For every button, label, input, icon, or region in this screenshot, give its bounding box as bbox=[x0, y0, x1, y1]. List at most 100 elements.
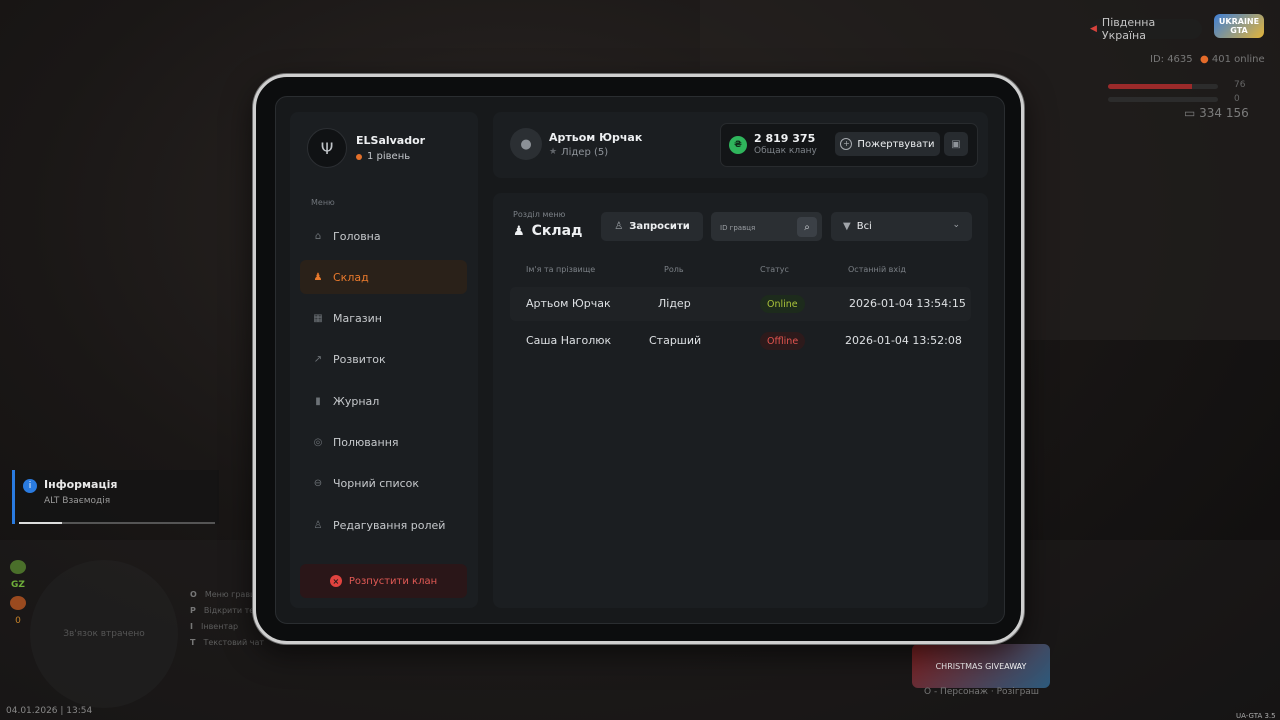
member-name: Артьом Юрчак bbox=[526, 297, 611, 310]
sidebar-item-3[interactable]: ↗ Розвиток bbox=[300, 343, 467, 377]
chart-icon: ↗ bbox=[313, 354, 323, 366]
trident-emblem-icon: Ψ bbox=[307, 128, 347, 168]
sidebar-item-2[interactable]: ▦ Магазин bbox=[300, 302, 467, 336]
org-header: Ψ ELSalvador 1 рівень bbox=[307, 128, 425, 168]
region-marker-icon: ◀ bbox=[1090, 24, 1097, 34]
version-label: UA-GTA 3.5 bbox=[1236, 712, 1276, 720]
profile-role: ★ Лідер (5) bbox=[549, 147, 642, 158]
sidebar-item-label: Склад bbox=[333, 270, 369, 284]
side-count: 0 bbox=[15, 616, 21, 626]
add-user-icon: ♙ bbox=[614, 221, 624, 232]
sidebar-item-6[interactable]: ⊖ Чорний список bbox=[300, 467, 467, 501]
balance-label: Общак клану bbox=[754, 146, 817, 156]
sidebar-item-4[interactable]: ▮ Журнал bbox=[300, 384, 467, 418]
player-id-search-input[interactable] bbox=[718, 219, 796, 236]
chevron-down-icon: ⌄ bbox=[952, 220, 960, 230]
org-level-label: 1 рівень bbox=[367, 151, 411, 162]
sidebar-item-label: Редагування ролей bbox=[333, 518, 446, 532]
shop-icon: ▦ bbox=[313, 313, 323, 325]
invite-button[interactable]: ♙ Запросити bbox=[601, 212, 703, 241]
block-icon: ⊖ bbox=[313, 478, 323, 490]
player-id: ID: 4635 bbox=[1150, 54, 1193, 65]
last-login: 2026-01-04 13:54:15 bbox=[849, 297, 966, 310]
minimap: Зв'язок втрачено bbox=[30, 560, 178, 708]
donate-label: Пожертвувати bbox=[857, 138, 935, 150]
online-dot-icon: ● bbox=[1200, 54, 1212, 65]
region-badge: ◀ Південна Україна bbox=[1090, 16, 1202, 42]
armor-bar bbox=[1108, 97, 1218, 102]
main-panel bbox=[493, 193, 988, 608]
page-title: ♟ Склад bbox=[513, 223, 582, 239]
box-icon: ▣ bbox=[951, 138, 961, 150]
cash-amount: ▭ 334 156 bbox=[1184, 106, 1249, 120]
status-green-icon bbox=[10, 560, 26, 574]
column-header-last-login: Останній вхід bbox=[848, 265, 906, 274]
table-row[interactable]: Саша Наголюк Старший Offline 2026-01-04 … bbox=[510, 324, 971, 358]
armor-value: 0 bbox=[1234, 94, 1240, 104]
sidebar-item-1[interactable]: ♟ Склад bbox=[300, 260, 467, 295]
info-progress-fill bbox=[19, 522, 63, 524]
info-pin-icon: i bbox=[23, 479, 37, 493]
avatar-icon: ● bbox=[510, 128, 542, 160]
sidebar-item-label: Розвиток bbox=[333, 353, 386, 367]
dissolve-clan-button[interactable]: × Розпустити клан bbox=[300, 564, 467, 598]
sidebar-item-label: Чорний список bbox=[333, 477, 420, 491]
invite-label: Запросити bbox=[629, 221, 690, 232]
filter-value: Всі bbox=[856, 221, 872, 232]
info-progress bbox=[19, 522, 215, 524]
gz-badge: GZ bbox=[11, 580, 25, 590]
hint-item: T Текстовий чат bbox=[190, 638, 265, 647]
last-login: 2026-01-04 13:52:08 bbox=[845, 334, 962, 347]
cash-label: 334 156 bbox=[1199, 106, 1249, 120]
table-row[interactable]: Артьом Юрчак Лідер Online 2026-01-04 13:… bbox=[510, 287, 971, 321]
sidebar-item-0[interactable]: ⌂ Головна bbox=[300, 219, 467, 253]
cash-icon: ▭ bbox=[1184, 106, 1200, 120]
promo-caption: O - Персонаж · Розіграш bbox=[924, 687, 1040, 697]
info-subtitle: ALT Взаємодія bbox=[44, 496, 111, 506]
health-value: 76 bbox=[1234, 80, 1246, 90]
sidebar-item-7[interactable]: ♙ Редагування ролей bbox=[300, 508, 467, 542]
side-status-stack: GZ 0 bbox=[8, 560, 28, 628]
journal-icon: ▮ bbox=[315, 395, 321, 407]
filter-icon: ▼ bbox=[843, 221, 851, 232]
sidebar-item-label: Полювання bbox=[333, 435, 399, 449]
sidebar-item-5[interactable]: ◎ Полювання bbox=[300, 425, 467, 459]
column-header-status: Статус bbox=[760, 265, 789, 274]
close-circle-icon: × bbox=[329, 575, 342, 587]
column-header-role: Роль bbox=[664, 265, 684, 274]
server-logo: UKRAINE GTA bbox=[1214, 14, 1264, 38]
plus-circle-icon: + bbox=[840, 138, 853, 150]
people-icon: ♟ bbox=[313, 271, 323, 283]
info-title: Інформація bbox=[44, 478, 118, 491]
org-name: ELSalvador bbox=[356, 134, 426, 147]
status-filter-dropdown[interactable]: ▼ Всі ⌄ bbox=[831, 212, 972, 241]
search-icon: ⌕ bbox=[804, 221, 810, 233]
promo-banner: CHRISTMAS GIVEAWAY bbox=[912, 644, 1050, 688]
donate-button[interactable]: + Пожертвувати bbox=[835, 132, 940, 156]
org-level: 1 рівень bbox=[356, 151, 425, 162]
member-name: Саша Наголюк bbox=[526, 334, 612, 347]
target-icon: ◎ bbox=[313, 436, 323, 448]
profile-role-label: Лідер (5) bbox=[561, 146, 609, 158]
health-bar-fill bbox=[1108, 84, 1192, 89]
section-label: Розділ меню bbox=[513, 210, 566, 219]
sidebar-item-label: Журнал bbox=[333, 394, 380, 408]
region-label: Південна Україна bbox=[1101, 16, 1156, 42]
health-bar bbox=[1108, 84, 1218, 89]
profile-name: Артьом Юрчак bbox=[549, 130, 643, 144]
column-header-name: Ім'я та прізвище bbox=[526, 265, 596, 274]
search-button[interactable]: ⌕ bbox=[797, 217, 817, 237]
sidebar-nav: ⌂ Головна ♟ Склад ▦ Магазин ↗ Розвиток ▮ Журнал ◎ П… bbox=[300, 219, 467, 549]
status-badge: Offline bbox=[760, 332, 806, 350]
people-icon: ♟ bbox=[513, 223, 525, 239]
coin-icon: ₴ bbox=[729, 136, 747, 154]
info-notification: i Інформація ALT Взаємодія bbox=[12, 470, 219, 524]
profile: ● Артьом Юрчак ★ Лідер (5) bbox=[510, 128, 642, 160]
online-count: ● 401 online bbox=[1200, 54, 1265, 65]
status-orange-icon bbox=[10, 596, 26, 610]
online-label: 401 online bbox=[1211, 54, 1265, 65]
status-badge: Online bbox=[760, 295, 805, 313]
storage-box-button[interactable]: ▣ bbox=[944, 132, 968, 156]
sidebar-item-label: Магазин bbox=[333, 312, 382, 326]
level-dot-icon bbox=[356, 153, 362, 160]
